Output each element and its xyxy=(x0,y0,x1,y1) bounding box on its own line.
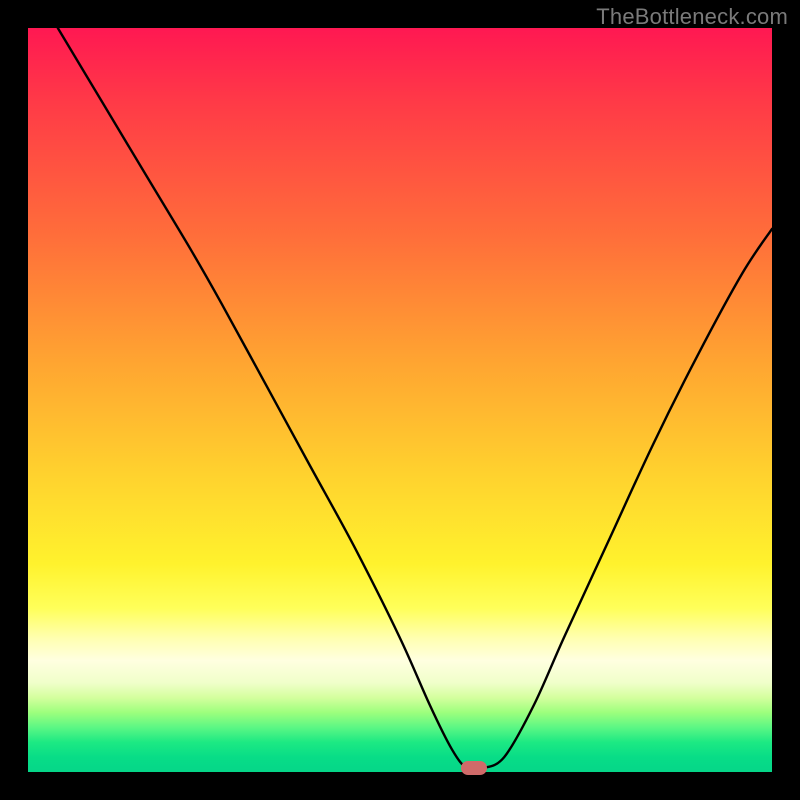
plot-area xyxy=(28,28,772,772)
watermark-text: TheBottleneck.com xyxy=(596,4,788,30)
curve-svg xyxy=(28,28,772,772)
bottleneck-curve-path xyxy=(58,28,772,770)
chart-frame: TheBottleneck.com xyxy=(0,0,800,800)
optimum-marker xyxy=(461,761,487,775)
